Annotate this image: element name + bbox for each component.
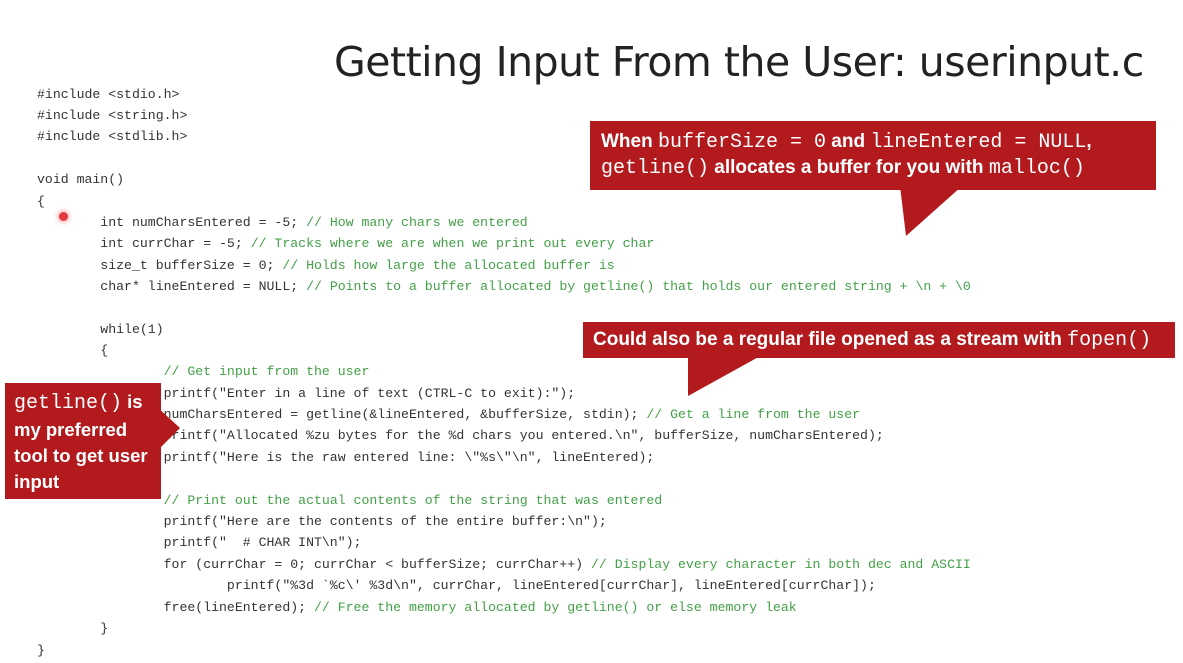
- code-text: int numCharsEntered = -5;: [37, 215, 307, 230]
- code-line: int currChar = -5; // Tracks where we ar…: [37, 234, 654, 254]
- callout-fopen-code: fopen(): [1067, 329, 1152, 352]
- code-text: while(1): [37, 322, 164, 337]
- code-line: {: [37, 341, 108, 361]
- code-comment: // Tracks where we are when we print out…: [250, 236, 655, 251]
- code-comment: // Display every character in both dec a…: [590, 557, 971, 572]
- code-comment: // Get input from the user: [163, 364, 370, 379]
- code-line: #include <stdlib.h>: [37, 127, 187, 147]
- code-line: void main(): [37, 170, 124, 190]
- code-line: }: [37, 641, 45, 661]
- code-text: printf("%3d `%c\' %3d\n", currChar, line…: [37, 578, 876, 593]
- code-text: void main(): [37, 172, 125, 187]
- code-comment: // Print out the actual contents of the …: [163, 493, 663, 508]
- code-text: for (currChar = 0; currChar < bufferSize…: [37, 557, 591, 572]
- callout-malloc: When bufferSize = 0 and lineEntered = NU…: [590, 121, 1156, 190]
- callout-getline-code: getline(): [14, 392, 123, 415]
- pointer-dot: [59, 212, 68, 221]
- code-text: int currChar = -5;: [37, 236, 251, 251]
- code-line: char* lineEntered = NULL; // Points to a…: [37, 277, 971, 297]
- callout-malloc-text-3: ,: [1086, 131, 1092, 152]
- callout-getline-text-2: my preferred: [14, 419, 128, 440]
- callout-fopen-text: Could also be a regular file opened as a…: [593, 329, 1068, 350]
- callout-malloc-text-4: allocates a buffer for you with: [709, 157, 989, 178]
- code-comment: // Free the memory allocated by getline(…: [313, 600, 797, 615]
- code-text: printf(" # CHAR INT\n");: [37, 535, 362, 550]
- code-line: printf(" # CHAR INT\n");: [37, 533, 362, 553]
- code-comment: // How many chars we entered: [306, 215, 528, 230]
- code-comment: // Points to a buffer allocated by getli…: [306, 279, 971, 294]
- callout-getline-text-4: input: [14, 471, 60, 492]
- code-text: }: [37, 643, 45, 658]
- code-text: #include <stdio.h>: [37, 87, 180, 102]
- code-comment: // Get a line from the user: [646, 407, 861, 422]
- code-text: {: [37, 194, 45, 209]
- code-text: #include <stdlib.h>: [37, 129, 188, 144]
- code-line: #include <stdio.h>: [37, 85, 179, 105]
- code-text: }: [37, 621, 109, 636]
- callout-malloc-code-buffersize: bufferSize = 0: [658, 131, 827, 154]
- callout-malloc-text-1: When: [601, 131, 658, 152]
- code-text: char* lineEntered = NULL;: [37, 279, 307, 294]
- callout-malloc-code-getline: getline(): [601, 157, 710, 180]
- callout-getline-text-1: is: [122, 391, 143, 412]
- code-line: for (currChar = 0; currChar < bufferSize…: [37, 555, 971, 575]
- code-line: size_t bufferSize = 0; // Holds how larg…: [37, 256, 615, 276]
- callout-getline-text-3: tool to get user: [14, 445, 148, 466]
- code-text: free(lineEntered);: [37, 600, 314, 615]
- code-line: // Get input from the user: [37, 362, 370, 382]
- code-line: int numCharsEntered = -5; // How many ch…: [37, 213, 528, 233]
- slide-title: Getting Input From the User: userinput.c: [334, 38, 1144, 86]
- code-text: printf("Here are the contents of the ent…: [37, 514, 607, 529]
- callout-malloc-text-2: and: [826, 131, 871, 152]
- code-line: }: [37, 619, 108, 639]
- code-line: #include <string.h>: [37, 106, 187, 126]
- callout-malloc-code-lineentered: lineEntered = NULL: [870, 131, 1087, 154]
- code-text: #include <string.h>: [37, 108, 188, 123]
- code-line: printf("%3d `%c\' %3d\n", currChar, line…: [37, 576, 876, 596]
- callout-getline: getline() is my preferred tool to get us…: [5, 383, 161, 499]
- callout-malloc-code-malloc: malloc(): [988, 157, 1085, 180]
- code-comment: // Holds how large the allocated buffer …: [282, 258, 615, 273]
- code-line: free(lineEntered); // Free the memory al…: [37, 598, 797, 618]
- code-line: printf("Here are the contents of the ent…: [37, 512, 607, 532]
- callout-fopen-pointer: [688, 354, 764, 396]
- code-text: {: [37, 343, 109, 358]
- code-line: {: [37, 192, 45, 212]
- code-text: size_t bufferSize = 0;: [37, 258, 283, 273]
- code-line: while(1): [37, 320, 164, 340]
- callout-fopen: Could also be a regular file opened as a…: [583, 322, 1175, 358]
- callout-malloc-pointer: [900, 186, 962, 236]
